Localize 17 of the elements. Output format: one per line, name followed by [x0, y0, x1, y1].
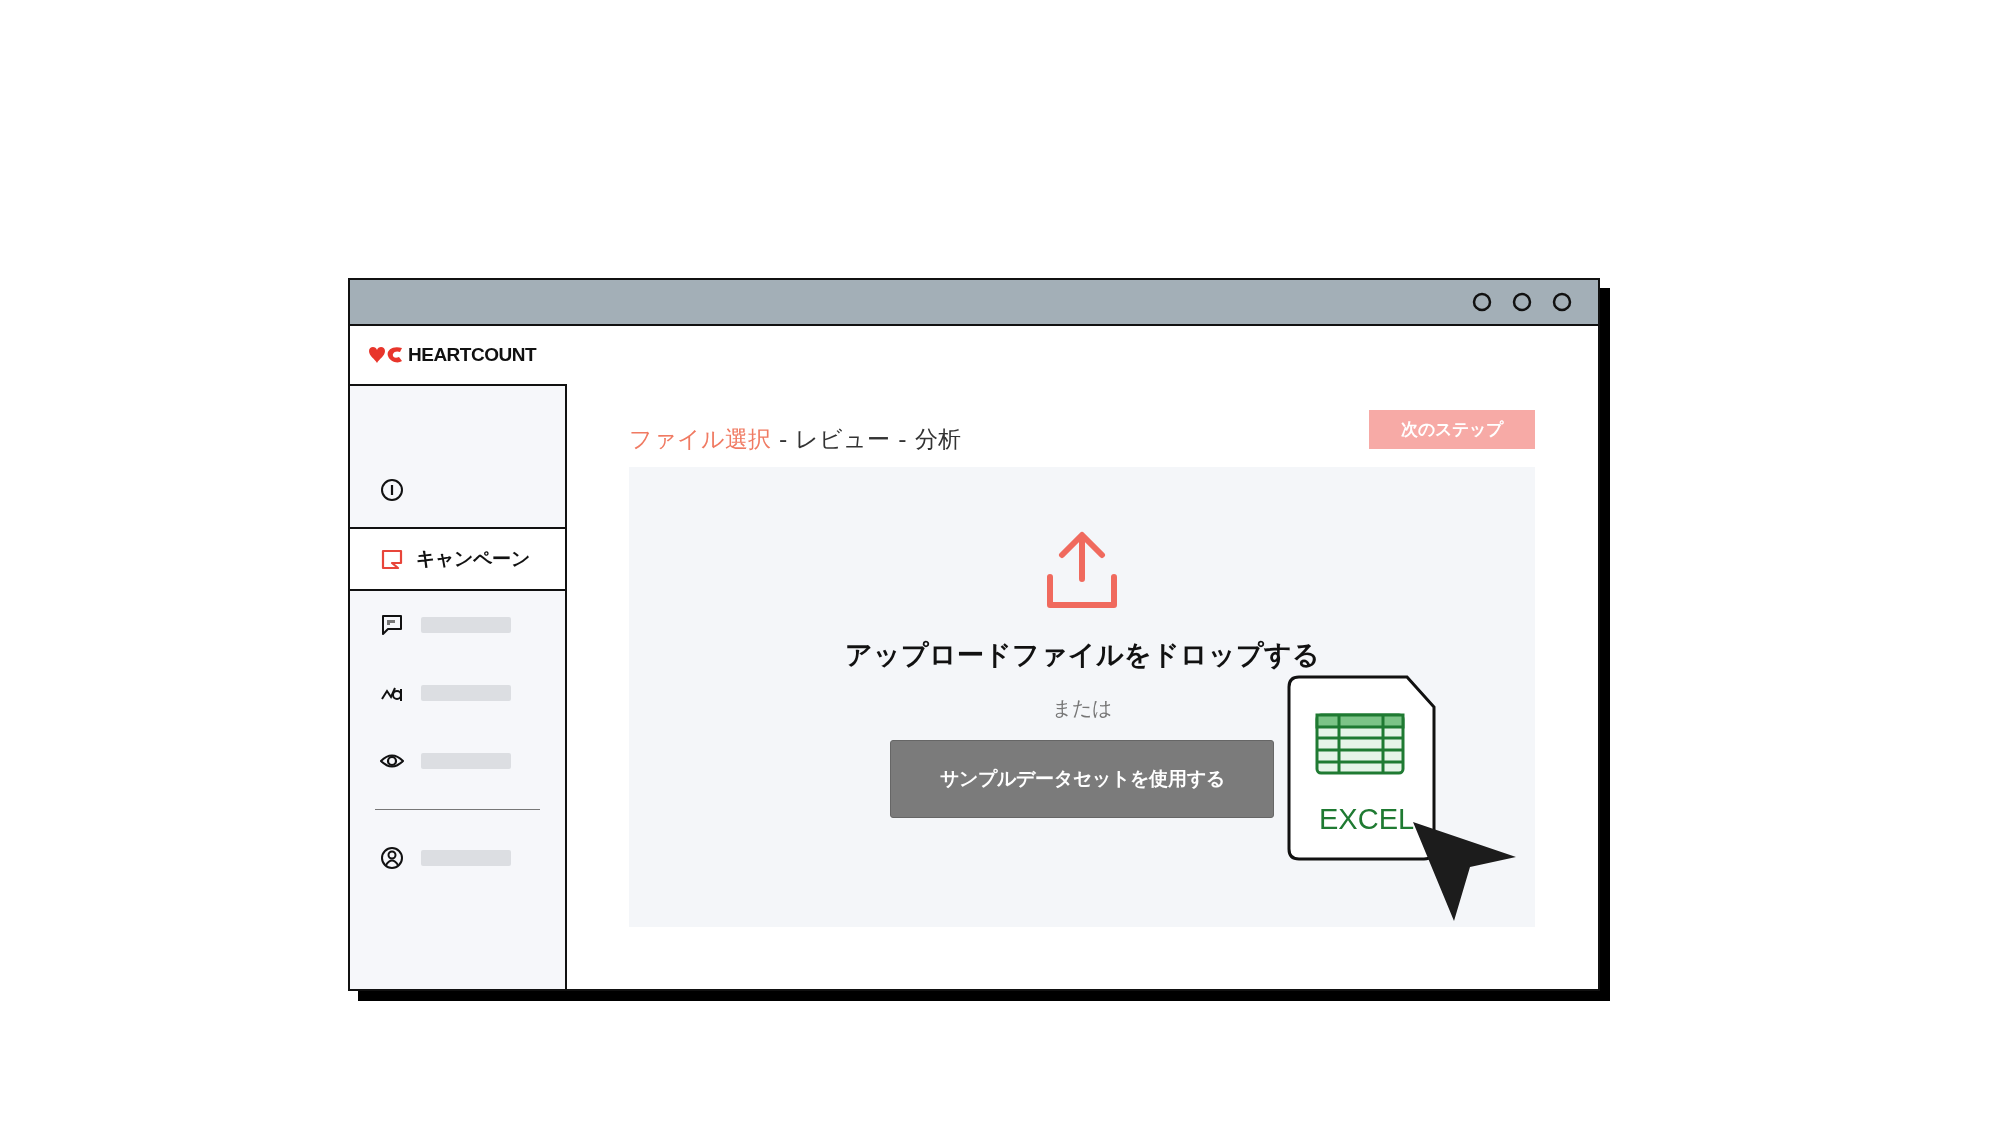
folder-icon — [380, 547, 404, 571]
or-text: または — [1052, 695, 1112, 722]
sidebar-item[interactable]: キャンペーン — [350, 527, 565, 591]
chat-icon — [380, 613, 404, 637]
logo-icon — [368, 346, 404, 364]
step-separator: - — [898, 426, 907, 452]
drop-heading: アップロードファイルをドロップする — [844, 638, 1320, 672]
upload-icon — [1046, 531, 1118, 609]
step-separator: - — [779, 426, 788, 452]
step-label[interactable]: レビュー — [795, 424, 891, 455]
drop-zone[interactable]: アップロードファイルをドロップする または サンプルデータセットを使用する EXCEL — [629, 467, 1535, 927]
spreadsheet-file-icon: EXCEL — [1287, 675, 1437, 861]
logo-text: HEARTCOUNT — [408, 344, 536, 366]
sample-dataset-button[interactable]: サンプルデータセットを使用する — [890, 740, 1274, 818]
step-label[interactable]: 分析 — [914, 424, 961, 455]
user-icon — [380, 846, 404, 870]
info-icon — [380, 478, 404, 502]
